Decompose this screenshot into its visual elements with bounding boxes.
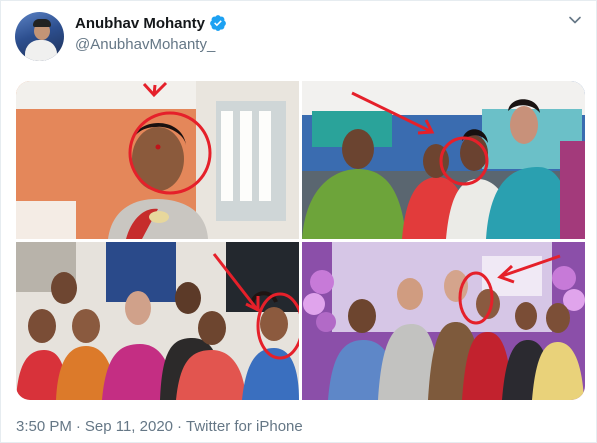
author-name-row: Anubhav Mohanty bbox=[75, 14, 227, 32]
avatar-hair bbox=[33, 19, 51, 27]
avatar[interactable] bbox=[15, 12, 64, 61]
photo-group-selfie-with-red-circle[interactable] bbox=[16, 242, 299, 400]
tweet-time[interactable]: 3:50 PM bbox=[16, 418, 72, 435]
tweet-date[interactable]: Sep 11, 2020 bbox=[85, 418, 173, 435]
author-handle[interactable]: @AnubhavMohanty_ bbox=[75, 36, 215, 53]
photo-stage-group-with-red-circle[interactable] bbox=[302, 242, 585, 400]
author-display-name[interactable]: Anubhav Mohanty bbox=[75, 15, 205, 32]
separator-dot: · bbox=[177, 418, 183, 435]
verified-badge-icon bbox=[210, 15, 226, 31]
photo-group-event-with-red-circle[interactable] bbox=[302, 81, 585, 239]
avatar-shirt bbox=[25, 40, 57, 61]
tweet-source[interactable]: Twitter for iPhone bbox=[186, 418, 303, 435]
chevron-down-icon[interactable] bbox=[568, 13, 582, 27]
tweet: Anubhav Mohanty @AnubhavMohanty_ 3:50 PM… bbox=[0, 0, 597, 443]
separator-dot: · bbox=[75, 418, 81, 435]
photo-portrait-with-red-circle[interactable] bbox=[16, 81, 299, 239]
tweet-meta: 3:50 PM · Sep 11, 2020 · Twitter for iPh… bbox=[16, 418, 303, 435]
tweet-media-grid[interactable] bbox=[16, 81, 585, 400]
